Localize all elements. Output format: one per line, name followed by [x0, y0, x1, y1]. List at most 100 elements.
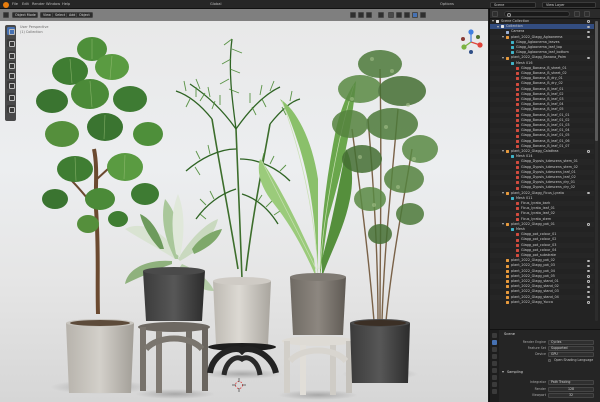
modifier-tab-icon[interactable] — [492, 382, 497, 387]
visibility-eye-icon[interactable] — [587, 280, 590, 283]
material-shading-icon[interactable] — [404, 12, 410, 18]
expand-arrow-icon[interactable] — [492, 20, 494, 23]
scene-selector[interactable]: Scene — [490, 1, 536, 8]
device-dropdown[interactable]: GPU — [548, 352, 594, 357]
visibility-eye-icon[interactable] — [587, 223, 590, 226]
view-transform[interactable]: Global — [210, 2, 221, 7]
move-tool-icon[interactable] — [6, 51, 15, 59]
filter-icon[interactable] — [574, 11, 580, 17]
annotate-tool-icon[interactable] — [6, 93, 15, 101]
view-layer-tab-icon[interactable] — [492, 354, 497, 359]
visibility-eye-icon[interactable] — [587, 150, 590, 153]
overlay-icon[interactable] — [366, 12, 372, 18]
object-menu[interactable]: Object — [76, 12, 93, 18]
neg-y-axis-icon[interactable] — [476, 35, 480, 39]
expand-arrow-icon[interactable] — [502, 223, 504, 226]
new-collection-icon[interactable] — [584, 11, 590, 17]
visibility-eye-icon[interactable] — [587, 264, 590, 268]
object-icon — [506, 191, 509, 195]
menu-window[interactable]: Window — [46, 2, 60, 7]
z-axis-icon[interactable] — [468, 29, 474, 35]
outliner-scrollbar[interactable] — [595, 21, 598, 321]
xray-icon[interactable] — [378, 12, 384, 18]
outliner-search-input[interactable] — [504, 11, 570, 17]
integrator-dropdown[interactable]: Path Tracing — [548, 380, 594, 385]
x-axis-icon[interactable] — [477, 42, 483, 48]
expand-arrow-icon[interactable] — [497, 25, 499, 28]
sampling-panel-header[interactable]: Sampling — [501, 370, 598, 375]
visibility-eye-icon[interactable] — [587, 35, 590, 39]
expand-arrow-icon[interactable] — [502, 56, 504, 59]
material-icon — [516, 243, 519, 247]
outliner-editor-icon[interactable] — [492, 11, 498, 17]
rendered-shading-icon[interactable] — [412, 12, 418, 18]
gizmo-toggle-icon[interactable] — [358, 12, 364, 18]
visibility-eye-icon[interactable] — [587, 275, 590, 278]
feature-set-dropdown[interactable]: Supported — [548, 346, 594, 351]
osl-row: Open Shading Language — [501, 358, 598, 363]
scene-tab-icon[interactable] — [492, 361, 497, 366]
outliner-tree[interactable]: Scene Collection Collection Camera plant_20… — [490, 19, 600, 327]
mode-dropdown[interactable]: Object Mode — [12, 12, 38, 18]
visibility-icon[interactable] — [350, 12, 356, 18]
neg-x-axis-icon[interactable] — [461, 37, 465, 41]
object-icon — [506, 290, 509, 294]
tool-tab-icon[interactable] — [492, 333, 497, 338]
visibility-eye-icon[interactable] — [587, 290, 590, 294]
expand-arrow-icon[interactable] — [502, 150, 504, 153]
viewport-samples-field[interactable]: 32 — [548, 393, 594, 398]
visibility-eye-icon[interactable] — [587, 191, 590, 195]
visibility-eye-icon[interactable] — [587, 56, 590, 60]
blender-logo-icon[interactable] — [3, 1, 9, 8]
visibility-eye-icon[interactable] — [587, 25, 590, 28]
view-layer-label: View Layer — [546, 2, 565, 7]
scale-tool-icon[interactable] — [6, 71, 15, 79]
render-tab-icon[interactable] — [492, 340, 497, 345]
editor-type-icon[interactable] — [3, 12, 9, 18]
material-icon — [516, 238, 519, 242]
menu-edit[interactable]: Edit — [22, 2, 29, 7]
render-samples-field[interactable]: 128 — [548, 387, 594, 392]
material-icon — [516, 87, 519, 91]
material-icon — [516, 233, 519, 237]
options-menu[interactable]: Options — [440, 2, 454, 7]
expand-arrow-icon[interactable] — [502, 35, 504, 38]
world-tab-icon[interactable] — [492, 368, 497, 373]
visibility-eye-icon[interactable] — [587, 269, 590, 273]
transform-tool-icon[interactable] — [6, 81, 15, 89]
material-icon — [516, 129, 519, 133]
expand-arrow-icon[interactable] — [502, 191, 504, 194]
outliner-row[interactable]: plant_2022_Glagg_Yucca — [490, 300, 594, 305]
tool-shelf — [5, 25, 16, 121]
cursor-tool-icon[interactable] — [6, 39, 15, 47]
rotate-tool-icon[interactable] — [6, 61, 15, 69]
visibility-eye-icon[interactable] — [587, 30, 590, 34]
menu-help[interactable]: Help — [62, 2, 70, 7]
viewport-header: Object Mode View Select Add Object — [0, 9, 488, 21]
visibility-eye-icon[interactable] — [587, 259, 590, 262]
y-axis-icon[interactable] — [461, 44, 467, 50]
visibility-eye-icon[interactable] — [587, 20, 590, 23]
select-box-tool-icon[interactable] — [6, 27, 15, 35]
render-engine-dropdown[interactable]: Cycles — [548, 340, 594, 345]
menu-render[interactable]: Render — [32, 2, 45, 7]
object-tab-icon[interactable] — [492, 375, 497, 380]
measure-tool-icon[interactable] — [6, 105, 15, 113]
neg-z-axis-icon[interactable] — [469, 50, 473, 54]
menu-file[interactable]: File — [12, 2, 18, 7]
shading-options-icon[interactable] — [420, 12, 426, 18]
visibility-eye-icon[interactable] — [587, 285, 590, 288]
mesh-icon — [511, 228, 514, 232]
solid-shading-icon[interactable] — [396, 12, 402, 18]
material-tab-icon[interactable] — [492, 389, 497, 394]
visibility-eye-icon[interactable] — [587, 301, 590, 304]
visibility-eye-icon[interactable] — [587, 295, 590, 299]
3d-cursor-icon[interactable] — [232, 378, 246, 392]
view-layer-selector[interactable]: View Layer — [542, 1, 596, 8]
wireframe-shading-icon[interactable] — [388, 12, 394, 18]
osl-checkbox[interactable] — [548, 358, 552, 363]
rendered-scene — [36, 37, 438, 400]
3d-viewport[interactable]: Object Mode View Select Add Object User … — [0, 9, 488, 402]
output-tab-icon[interactable] — [492, 347, 497, 352]
navigation-gizmo[interactable] — [458, 29, 484, 55]
